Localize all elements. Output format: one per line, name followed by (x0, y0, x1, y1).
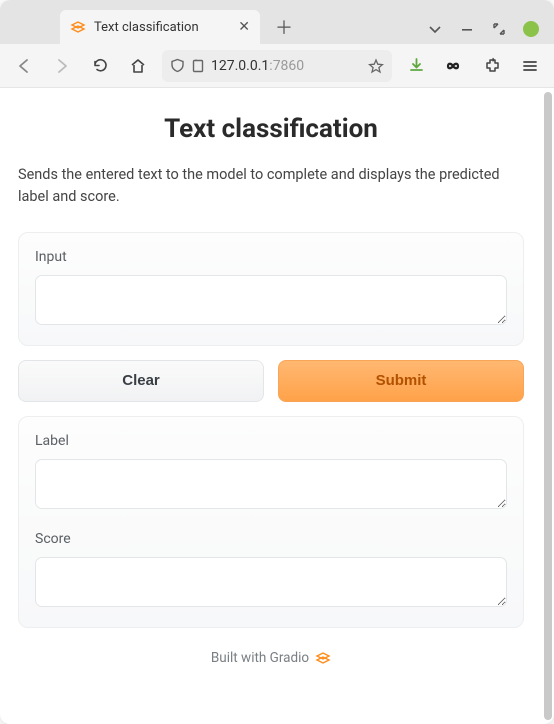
input-panel: Input (18, 232, 524, 346)
menu-button[interactable] (516, 52, 544, 80)
gradio-logo-icon (315, 650, 331, 666)
extensions-button[interactable] (478, 52, 506, 80)
browser-toolbar: 127.0.0.1:7860 (0, 44, 554, 88)
downloads-button[interactable] (402, 52, 430, 80)
browser-window: Text classification ✕ ＋ (0, 0, 554, 724)
forward-button[interactable] (48, 52, 76, 80)
new-tab-button[interactable]: ＋ (270, 13, 298, 41)
vertical-scrollbar[interactable] (542, 88, 554, 724)
label-textarea[interactable] (35, 459, 507, 509)
score-label: Score (35, 531, 507, 547)
label-field: Label (35, 433, 507, 513)
infinity-icon[interactable] (440, 52, 468, 80)
url-text: 127.0.0.1:7860 (211, 58, 362, 74)
page-info-icon[interactable] (191, 59, 205, 73)
shield-icon[interactable] (170, 58, 185, 73)
clear-button[interactable]: Clear (18, 360, 264, 402)
page-title: Text classification (18, 114, 524, 144)
close-window-icon[interactable] (522, 20, 540, 38)
window-controls (426, 20, 546, 44)
maximize-icon[interactable] (490, 20, 508, 38)
output-panel: Label Score (18, 416, 524, 628)
viewport: Text classification Sends the entered te… (0, 88, 554, 724)
footer-text: Built with Gradio (211, 650, 309, 666)
tab-bar: Text classification ✕ ＋ (0, 0, 554, 44)
page-description: Sends the entered text to the model to c… (18, 164, 524, 208)
footer: Built with Gradio (18, 642, 524, 668)
address-bar[interactable]: 127.0.0.1:7860 (162, 50, 392, 82)
label-label: Label (35, 433, 507, 449)
browser-tab[interactable]: Text classification ✕ (60, 10, 260, 44)
scrollbar-thumb[interactable] (544, 92, 552, 720)
input-textarea[interactable] (35, 275, 507, 325)
tabs-dropdown-icon[interactable] (426, 20, 444, 38)
close-tab-icon[interactable]: ✕ (238, 19, 250, 35)
minimize-icon[interactable] (458, 20, 476, 38)
url-port: :7860 (269, 58, 304, 74)
gradio-favicon-icon (70, 19, 86, 35)
url-host: 127.0.0.1 (211, 58, 269, 74)
score-textarea[interactable] (35, 557, 507, 607)
bookmark-star-icon[interactable] (368, 58, 384, 74)
score-field: Score (35, 531, 507, 611)
reload-button[interactable] (86, 52, 114, 80)
input-label: Input (35, 249, 507, 265)
home-button[interactable] (124, 52, 152, 80)
back-button[interactable] (10, 52, 38, 80)
submit-button[interactable]: Submit (278, 360, 524, 402)
button-row: Clear Submit (18, 360, 524, 402)
page-content: Text classification Sends the entered te… (0, 88, 542, 724)
tab-title: Text classification (94, 20, 230, 35)
input-field: Input (35, 249, 507, 329)
